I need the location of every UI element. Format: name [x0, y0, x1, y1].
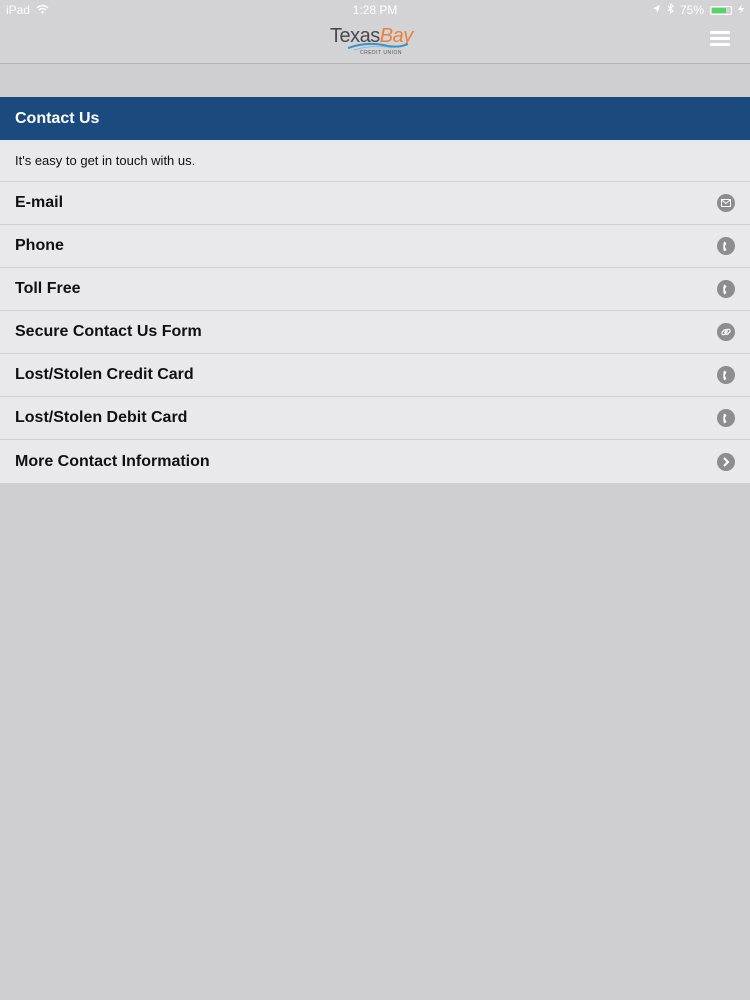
status-bar: iPad 1:28 PM 75% [0, 0, 750, 20]
location-arrow-icon [652, 3, 661, 17]
contact-row-toll-free[interactable]: Toll Free [0, 268, 750, 311]
charging-icon [738, 3, 744, 17]
contact-label: Secure Contact Us Form [15, 323, 202, 340]
logo-subtitle: CREDIT UNION [360, 50, 403, 56]
envelope-icon [717, 194, 735, 212]
hamburger-menu-icon[interactable] [704, 28, 736, 50]
contact-label: E-mail [15, 194, 64, 211]
phone-icon [717, 237, 735, 255]
contact-label: Lost/Stolen Debit Card [15, 409, 188, 426]
link-icon [717, 323, 735, 341]
app-header: TexasBay CREDIT UNION [0, 20, 750, 64]
contact-row-lost-credit-card[interactable]: Lost/Stolen Credit Card [0, 354, 750, 397]
battery-percent: 75% [679, 3, 704, 17]
contact-label: Phone [15, 237, 64, 254]
contact-label: More Contact Information [15, 452, 210, 470]
phone-icon [717, 366, 735, 384]
contact-row-secure-form[interactable]: Secure Contact Us Form [0, 311, 750, 354]
intro-text: It's easy to get in touch with us. [0, 140, 750, 182]
contact-row-phone[interactable]: Phone [0, 225, 750, 268]
contact-row-more-info[interactable]: More Contact Information [0, 440, 750, 483]
contact-row-email[interactable]: E-mail [0, 182, 750, 225]
contact-label: Lost/Stolen Credit Card [15, 366, 194, 383]
status-time: 1:28 PM [352, 3, 398, 17]
bluetooth-icon [667, 2, 674, 17]
page-title: Contact Us [15, 110, 100, 127]
contact-label: Toll Free [15, 280, 81, 297]
spacer-band [0, 64, 750, 97]
phone-icon [717, 280, 735, 298]
contact-us-header: Contact Us [0, 97, 750, 140]
contact-row-lost-debit-card[interactable]: Lost/Stolen Debit Card [0, 397, 750, 440]
battery-icon [710, 5, 732, 15]
contact-panel: It's easy to get in touch with us. E-mai… [0, 140, 750, 483]
phone-icon [717, 409, 735, 427]
texas-bay-logo[interactable]: TexasBay CREDIT UNION [330, 24, 422, 60]
chevron-right-icon [717, 452, 735, 471]
